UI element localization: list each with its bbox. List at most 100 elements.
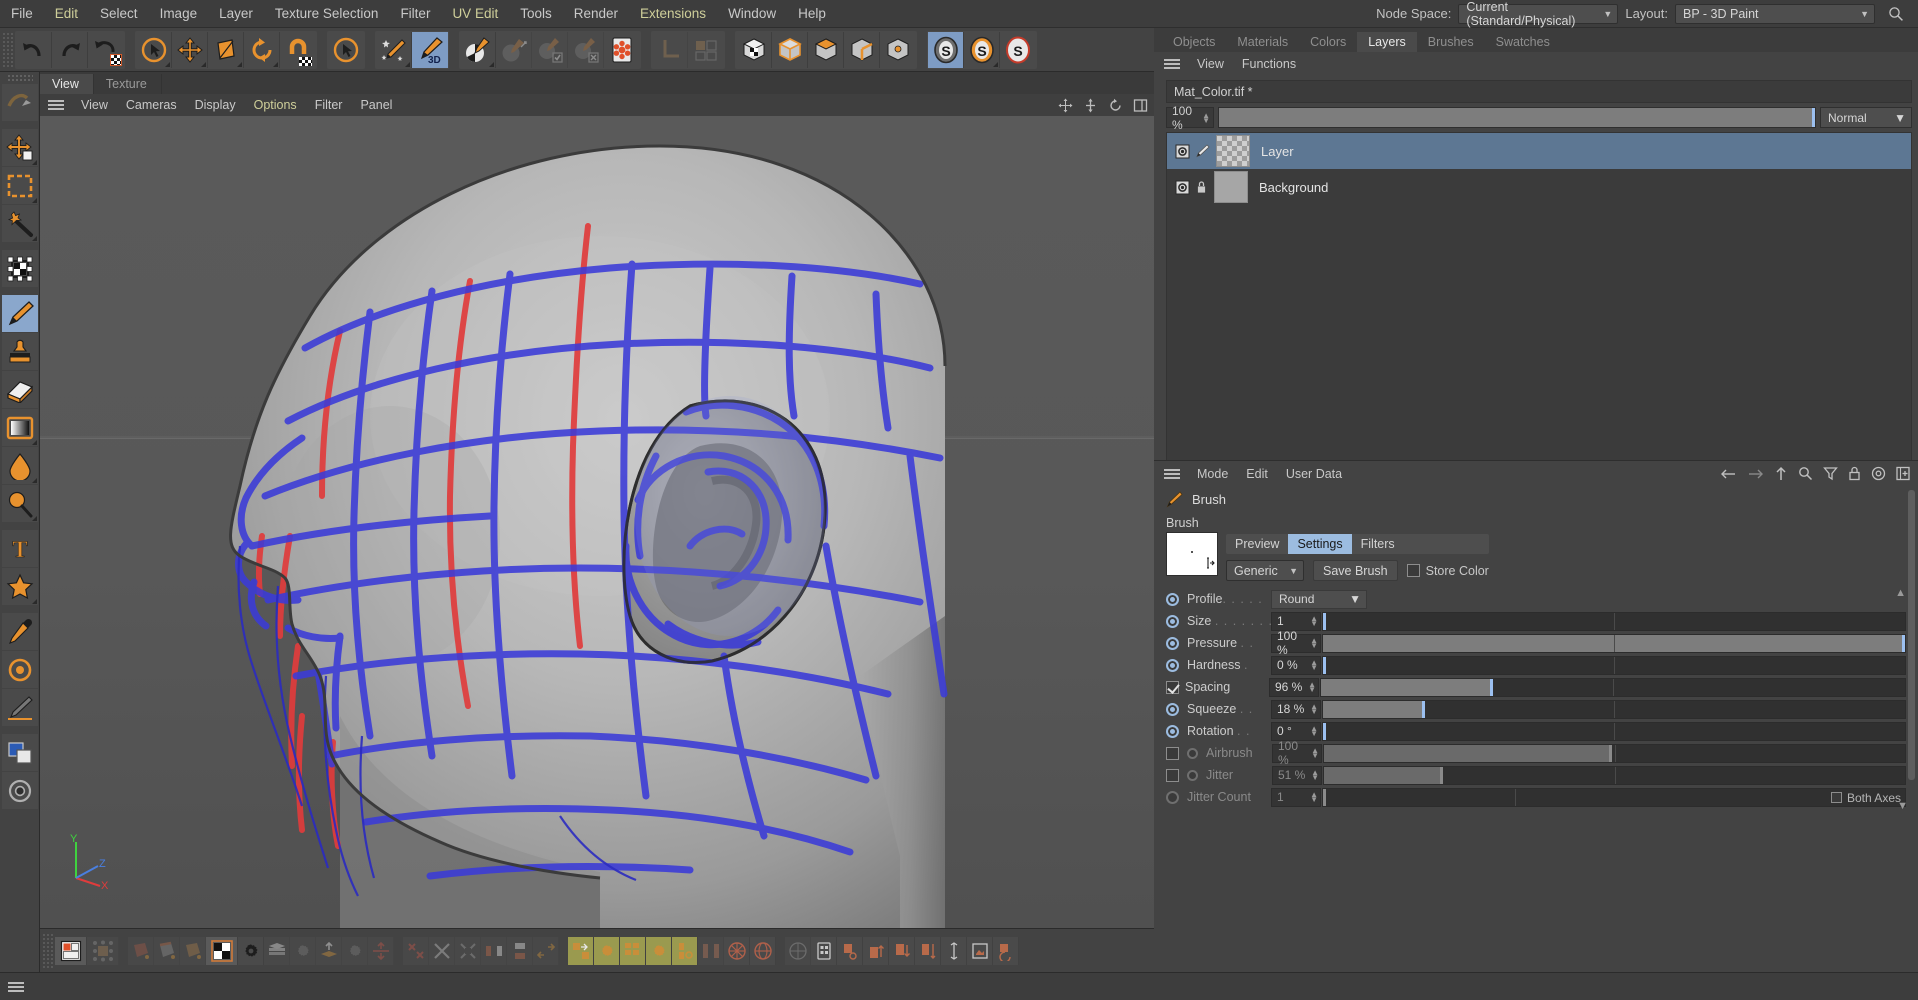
attribute-hamburger-icon[interactable] — [1162, 467, 1182, 481]
uv-rotate-button[interactable] — [993, 936, 1019, 965]
uv-grid-settings-button[interactable] — [646, 936, 672, 965]
undo-button[interactable] — [16, 31, 52, 68]
jitter-count-field[interactable]: 1 ▲ ▼ — [1271, 787, 1321, 807]
maximize-view-icon[interactable] — [1133, 98, 1148, 113]
tool-texture-transform[interactable] — [1, 250, 38, 287]
tab-brushes[interactable]: Brushes — [1417, 32, 1485, 52]
uv-down-button[interactable] — [889, 936, 915, 965]
tab-texture[interactable]: Texture — [94, 74, 162, 94]
undo-texture-button[interactable] — [88, 31, 124, 68]
scale-tool-button[interactable] — [208, 31, 244, 68]
back-arrow-icon[interactable] — [1720, 467, 1737, 481]
viewport-menu-cameras[interactable]: Cameras — [117, 97, 186, 113]
paint-setup-wizard-button[interactable] — [376, 31, 412, 68]
rotation-slider[interactable] — [1322, 721, 1906, 741]
texture-paint-button[interactable] — [460, 31, 496, 68]
tab-layers[interactable]: Layers — [1357, 32, 1417, 52]
layout-dropdown[interactable]: BP - 3D Paint ▼ — [1675, 3, 1875, 24]
tool-fill-mode[interactable] — [1, 772, 38, 809]
spinner-icon[interactable]: ▲ ▼ — [1310, 637, 1318, 650]
bottom-toolbar-grip[interactable] — [42, 932, 53, 969]
save-brush-button[interactable]: Save Brush — [1313, 560, 1398, 581]
uv-checker-settings-button[interactable] — [238, 936, 264, 965]
tool-clone[interactable] — [1, 333, 38, 370]
spinner-icon[interactable]: ▲ ▼ — [1311, 769, 1319, 782]
filter-funnel-icon[interactable] — [1823, 466, 1838, 481]
airbrush-animate-toggle[interactable] — [1187, 747, 1198, 759]
tool-magic-wand[interactable] — [1, 205, 38, 242]
layers-hamburger-icon[interactable] — [1162, 57, 1182, 71]
paint-point-button[interactable] — [180, 936, 206, 965]
tool-line[interactable] — [1, 689, 38, 726]
pressure-slider[interactable] — [1322, 633, 1906, 653]
symmetry-button[interactable] — [604, 31, 640, 68]
forward-arrow-icon[interactable] — [1747, 467, 1764, 481]
menu-item-edit[interactable]: Edit — [44, 4, 89, 23]
menu-item-render[interactable]: Render — [563, 4, 629, 23]
rotate-tool-button[interactable] — [244, 31, 280, 68]
layer-thumbnail[interactable] — [1216, 135, 1250, 167]
uv-mesh-button[interactable] — [785, 936, 811, 965]
point-mode-button[interactable] — [880, 31, 916, 68]
selection-tool-button[interactable] — [136, 31, 172, 68]
uv-optimal-button[interactable] — [672, 936, 698, 965]
viewport-menu-panel[interactable]: Panel — [351, 97, 401, 113]
attribute-menu-user-data[interactable]: User Data — [1277, 466, 1351, 482]
move-tool-button[interactable] — [172, 31, 208, 68]
left-palette-grip[interactable] — [6, 74, 33, 82]
layer-row-background[interactable]: Background — [1167, 169, 1911, 205]
tab-objects[interactable]: Objects — [1162, 32, 1226, 52]
uv-align-button[interactable] — [368, 936, 394, 965]
paint-3d-toggle-button[interactable]: 3D — [412, 31, 448, 68]
uv-realign-button[interactable] — [724, 936, 750, 965]
menu-item-tools[interactable]: Tools — [509, 4, 563, 23]
viewport-hamburger-icon[interactable] — [46, 98, 66, 112]
jitter-checkbox[interactable] — [1166, 768, 1179, 782]
size-animate-toggle[interactable] — [1166, 614, 1179, 628]
tool-rect-selection[interactable] — [1, 167, 38, 204]
layers-menu-functions[interactable]: Functions — [1233, 56, 1305, 72]
viewport-menu-options[interactable]: Options — [245, 97, 306, 113]
paint-polygon-button[interactable] — [128, 936, 154, 965]
spacing-checkbox[interactable] — [1166, 680, 1179, 694]
uv-copy-button[interactable] — [455, 936, 481, 965]
uv-split-button[interactable] — [698, 936, 724, 965]
menu-item-select[interactable]: Select — [89, 4, 149, 23]
uv-mirror-uv-button[interactable] — [533, 936, 559, 965]
menu-item-image[interactable]: Image — [149, 4, 209, 23]
uv-distribute-button[interactable] — [915, 936, 941, 965]
tab-swatches[interactable]: Swatches — [1485, 32, 1561, 52]
spinner-icon[interactable]: ▲ ▼ — [1310, 791, 1318, 804]
texture-mode-button[interactable] — [736, 31, 772, 68]
uv-relax-button[interactable] — [568, 936, 594, 965]
cancel-projection-button[interactable] — [568, 31, 604, 68]
spinner-icon[interactable]: ▲ ▼ — [1310, 703, 1318, 716]
uv-move-button[interactable] — [837, 936, 863, 965]
squeeze-field[interactable]: 18 % ▲ ▼ — [1271, 699, 1321, 719]
airbrush-slider[interactable] — [1323, 743, 1906, 763]
spinner-icon[interactable]: ▲ ▼ — [1310, 615, 1318, 628]
attribute-menu-edit[interactable]: Edit — [1237, 466, 1277, 482]
axis-button[interactable] — [652, 31, 688, 68]
snap-button[interactable] — [280, 31, 316, 68]
spinner-icon[interactable]: ▲ ▼ — [1311, 747, 1319, 760]
menu-item-window[interactable]: Window — [717, 4, 787, 23]
uv-layers-button[interactable] — [264, 936, 290, 965]
pressure-field[interactable]: 100 % ▲ ▼ — [1271, 629, 1321, 657]
search-icon[interactable] — [1798, 466, 1813, 481]
redo-button[interactable] — [52, 31, 88, 68]
layers-menu-view[interactable]: View — [1188, 56, 1233, 72]
brush-tab-settings[interactable]: Settings — [1288, 534, 1352, 554]
hardness-animate-toggle[interactable] — [1166, 658, 1179, 672]
menu-item-uv-edit[interactable]: UV Edit — [441, 4, 509, 23]
viewport-menu-filter[interactable]: Filter — [306, 97, 352, 113]
spinner-icon[interactable]: ▲ ▼ — [1308, 681, 1316, 694]
uv-mesh-edit-button[interactable] — [87, 936, 119, 965]
pan-icon[interactable] — [1058, 98, 1073, 113]
uv-sphere-map-button[interactable] — [750, 936, 776, 965]
model-mode-button[interactable] — [772, 31, 808, 68]
uv-layers-settings-button[interactable] — [290, 936, 316, 965]
layer-row-layer[interactable]: Layer — [1167, 133, 1911, 169]
status-hamburger-icon[interactable] — [6, 980, 26, 994]
edge-mode-button[interactable] — [844, 31, 880, 68]
